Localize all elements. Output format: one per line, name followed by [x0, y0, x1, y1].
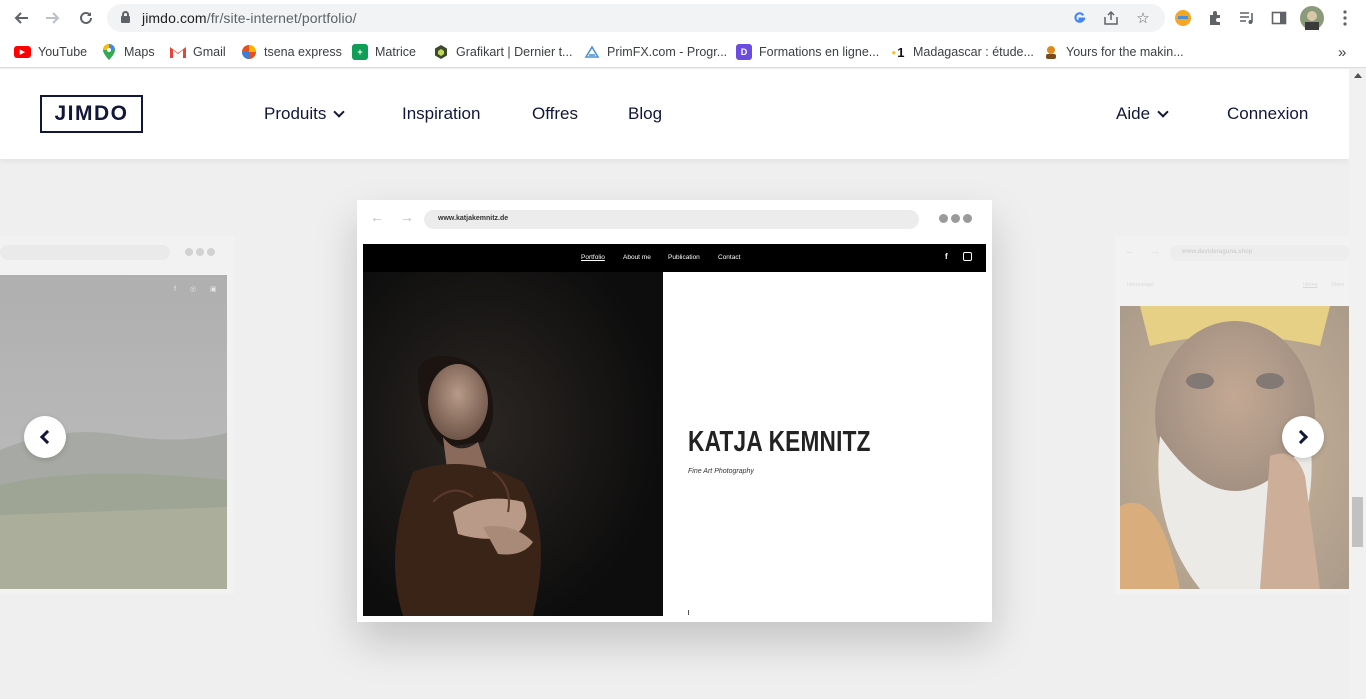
card-url: www.davideraguna.shop: [1170, 245, 1349, 261]
number-one-icon: ● 1: [891, 44, 905, 60]
scroll-up-arrow-icon[interactable]: [1354, 73, 1362, 78]
bookmark-label: tsena express: [264, 45, 342, 59]
google-lens-icon[interactable]: [1069, 8, 1089, 28]
extensions-puzzle-icon[interactable]: [1204, 7, 1226, 29]
bookmark-label: Formations en ligne...: [759, 45, 880, 59]
portfolio-card-previous[interactable]: f ◎ ▣: [0, 236, 234, 594]
portfolio-title: KATJA KEMNITZ: [688, 426, 871, 458]
scrollbar-thumb[interactable]: [1352, 497, 1363, 547]
card-nav-link: Store: [1331, 282, 1345, 288]
menu-label: Aide: [1116, 104, 1151, 123]
social-icons: f ◎ ▣: [174, 286, 223, 293]
profile-avatar[interactable]: [1300, 6, 1324, 30]
card-dots-icon: [185, 248, 215, 256]
page-content: f ◎ ▣ ← → www.davideraguna.shop Homepage…: [0, 69, 1349, 699]
media-control-icon[interactable]: [1236, 7, 1258, 29]
lock-icon: [121, 11, 130, 23]
bookmark-label: Yours for the makin...: [1066, 45, 1184, 59]
share-icon[interactable]: [1101, 8, 1121, 28]
side-panel-icon[interactable]: [1268, 7, 1290, 29]
bookmark-formations[interactable]: D Formations en ligne...: [736, 42, 879, 62]
maps-pin-icon: [101, 44, 117, 60]
menu-label: Produits: [264, 104, 327, 123]
formations-icon: D: [736, 44, 752, 60]
vertical-scrollbar[interactable]: [1349, 69, 1366, 699]
url-text: jimdo.com/fr/site-internet/portfolio/: [142, 10, 357, 26]
bookmark-label: YouTube: [38, 45, 88, 59]
bookmark-star-icon[interactable]: ☆: [1133, 8, 1153, 28]
card-nav-contact: Contact: [718, 254, 741, 261]
address-bar[interactable]: jimdo.com/fr/site-internet/portfolio/ ☆: [107, 4, 1165, 32]
bookmark-label: Grafikart | Dernier t...: [456, 45, 573, 59]
bookmark-tsena-express[interactable]: tsena express: [241, 42, 342, 62]
site-header: JIMDO Produits Inspiration Offres Blog A…: [0, 69, 1349, 159]
card-browser-bar: [0, 236, 234, 272]
menu-aide[interactable]: Aide: [1116, 104, 1169, 124]
card-nav-portfolio: Portfolio: [581, 254, 605, 261]
card-nav-home-link: Homepage: [1127, 282, 1154, 288]
bookmark-maps[interactable]: Maps: [101, 42, 155, 62]
bookmarks-bar: ▶ YouTube Maps Gmail tsena express + Mat…: [0, 36, 1366, 68]
youtube-icon: ▶: [14, 46, 31, 58]
menu-connexion[interactable]: Connexion: [1227, 104, 1308, 124]
menu-produits[interactable]: Produits: [264, 104, 346, 124]
extension-emoji-icon[interactable]: [1172, 7, 1194, 29]
card-url: www.katjakemnitz.de: [424, 210, 919, 229]
carousel-prev-button[interactable]: [24, 416, 66, 458]
bookmark-matrice[interactable]: + Matrice: [352, 42, 416, 62]
back-arrow-icon[interactable]: [9, 6, 33, 30]
forward-arrow-icon[interactable]: [41, 6, 65, 30]
menu-offres[interactable]: Offres: [532, 104, 578, 124]
card-nav-arrows-icon: ← →: [1125, 246, 1166, 257]
primfx-icon: [584, 44, 600, 60]
menu-kebab-icon[interactable]: [1334, 7, 1356, 29]
gmail-icon: [170, 44, 186, 60]
card-nav-link: Home: [1303, 282, 1318, 288]
bookmark-youtube[interactable]: ▶ YouTube: [14, 42, 87, 62]
bookmark-grafikart[interactable]: Grafikart | Dernier t...: [433, 42, 572, 62]
bookmark-label: Madagascar : étude...: [913, 45, 1034, 59]
jimdo-logo[interactable]: JIMDO: [40, 95, 143, 133]
chevron-down-icon: [1157, 106, 1169, 118]
menu-inspiration[interactable]: Inspiration: [402, 104, 480, 124]
bookmark-primfx[interactable]: PrimFX.com - Progr...: [584, 42, 727, 62]
grafikart-icon: [433, 44, 449, 60]
bookmarks-overflow-button[interactable]: »: [1338, 42, 1346, 62]
yours-for-the-making-icon: [1043, 44, 1059, 60]
bookmark-label: Gmail: [193, 45, 226, 59]
bookmark-label: Matrice: [375, 45, 416, 59]
menu-blog[interactable]: Blog: [628, 104, 662, 124]
tsena-express-icon: [241, 44, 257, 60]
bookmark-label: PrimFX.com - Progr...: [607, 45, 728, 59]
bookmark-label: Maps: [124, 45, 155, 59]
instagram-icon: [963, 252, 972, 261]
divider: [688, 610, 689, 615]
facebook-icon: f: [945, 252, 948, 261]
card-nav-publication: Publication: [668, 254, 700, 261]
chevron-right-icon: [1293, 429, 1309, 445]
chevron-down-icon: [333, 106, 346, 118]
carousel-next-button[interactable]: [1282, 416, 1324, 458]
sheets-icon: +: [352, 44, 368, 60]
bookmark-madagascar[interactable]: ● 1 Madagascar : étude...: [890, 42, 1034, 62]
bookmark-yours-for-the-making[interactable]: Yours for the makin...: [1043, 42, 1184, 62]
card-dots-icon: [939, 214, 972, 223]
reload-icon[interactable]: [74, 6, 98, 30]
portfolio-card-current[interactable]: ← → www.katjakemnitz.de Portfolio About …: [357, 200, 992, 622]
portfolio-subtitle: Fine Art Photography: [688, 468, 754, 475]
browser-toolbar: jimdo.com/fr/site-internet/portfolio/ ☆: [0, 0, 1366, 36]
card-nav-about: About me: [623, 254, 651, 261]
bookmark-gmail[interactable]: Gmail: [170, 42, 226, 62]
card-nav-arrows-icon: ← →: [370, 209, 420, 225]
card-site-nav: Portfolio About me Publication Contact f: [363, 244, 986, 272]
chevron-left-icon: [39, 429, 55, 445]
portfolio-card-next[interactable]: ← → www.davideraguna.shop Homepage Home …: [1115, 236, 1349, 594]
card-browser-bar: ← → www.katjakemnitz.de: [357, 200, 992, 238]
portfolio-woman-photo: [363, 272, 663, 616]
